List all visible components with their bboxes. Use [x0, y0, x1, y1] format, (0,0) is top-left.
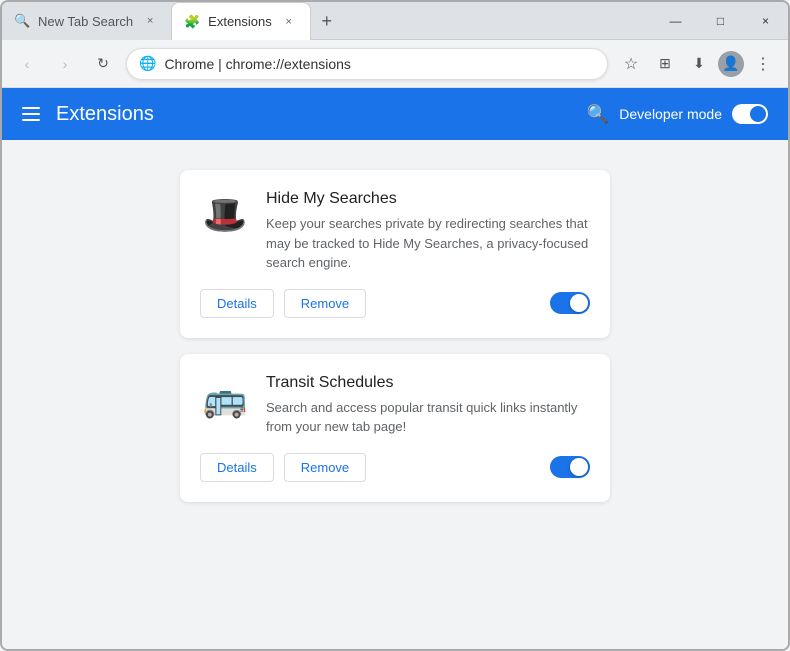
tab-search-icon: 🔍 — [14, 13, 30, 29]
ext-hide-my-searches-info: Hide My Searches Keep your searches priv… — [266, 190, 590, 273]
ext-hide-my-searches-toggle-knob — [570, 294, 588, 312]
tab-extensions-icon: 🧩 — [184, 14, 200, 30]
ext-card-top-2: 🚌 Transit Schedules Search and access po… — [200, 374, 590, 437]
address-bar: ‹ › ↻ 🌐 Chrome | chrome://extensions ☆ ⊞… — [2, 40, 788, 88]
window-controls: — □ × — [653, 2, 788, 39]
ext-hide-my-searches-icon: 🎩 — [200, 190, 250, 240]
ext-transit-schedules-toggle-knob — [570, 458, 588, 476]
avatar[interactable]: 👤 — [718, 51, 744, 77]
toolbar-icons: ☆ ⊞ ⬇ 👤 ⋮ — [616, 49, 778, 79]
toggle-knob — [750, 106, 766, 122]
minimize-button[interactable]: — — [653, 2, 698, 40]
browser-window: 🔍 New Tab Search × 🧩 Extensions × + — □ … — [0, 0, 790, 651]
header-search-icon[interactable]: 🔍 — [587, 104, 609, 125]
forward-button[interactable]: › — [50, 49, 80, 79]
hamburger-line-3 — [22, 119, 40, 121]
extension-card-transit-schedules: 🚌 Transit Schedules Search and access po… — [180, 354, 610, 502]
chrome-icon: 🌐 — [139, 55, 156, 72]
ext-transit-schedules-name: Transit Schedules — [266, 374, 590, 392]
ext-hide-my-searches-remove-button[interactable]: Remove — [284, 289, 366, 318]
tab-extensions-close[interactable]: × — [280, 13, 298, 31]
close-button[interactable]: × — [743, 2, 788, 40]
hamburger-line-1 — [22, 107, 40, 109]
address-url: Chrome | chrome://extensions — [164, 56, 595, 72]
address-input[interactable]: 🌐 Chrome | chrome://extensions — [126, 48, 608, 80]
main-content: rist.com 🎩 Hide My Searches Keep your se… — [2, 140, 788, 649]
back-button[interactable]: ‹ — [12, 49, 42, 79]
bookmark-button[interactable]: ☆ — [616, 49, 646, 79]
ext-hide-my-searches-toggle[interactable] — [550, 292, 590, 314]
ext-hide-my-searches-details-button[interactable]: Details — [200, 289, 274, 318]
tab-new-tab-search-label: New Tab Search — [38, 14, 133, 29]
ext-transit-schedules-info: Transit Schedules Search and access popu… — [266, 374, 590, 437]
tab-extensions-label: Extensions — [208, 14, 272, 29]
tab-extensions[interactable]: 🧩 Extensions × — [171, 2, 311, 40]
title-bar: 🔍 New Tab Search × 🧩 Extensions × + — □ … — [2, 2, 788, 40]
ext-transit-schedules-desc: Search and access popular transit quick … — [266, 398, 590, 437]
ext-card-bottom-1: Details Remove — [200, 289, 590, 318]
ext-transit-schedules-toggle[interactable] — [550, 456, 590, 478]
tab-new-tab-search-close[interactable]: × — [141, 12, 159, 30]
hamburger-menu[interactable] — [22, 107, 40, 121]
page-title: Extensions — [56, 103, 154, 126]
extensions-toolbar-button[interactable]: ⊞ — [650, 49, 680, 79]
extensions-header: Extensions 🔍 Developer mode — [2, 88, 788, 140]
ext-hide-my-searches-name: Hide My Searches — [266, 190, 590, 208]
ext-hide-my-searches-desc: Keep your searches private by redirectin… — [266, 214, 590, 273]
ext-card-bottom-2: Details Remove — [200, 453, 590, 482]
download-button[interactable]: ⬇ — [684, 49, 714, 79]
refresh-button[interactable]: ↻ — [88, 49, 118, 79]
hamburger-line-2 — [22, 113, 40, 115]
developer-mode-label: Developer mode — [619, 106, 722, 122]
ext-card-top-1: 🎩 Hide My Searches Keep your searches pr… — [200, 190, 590, 273]
ext-transit-schedules-icon: 🚌 — [200, 374, 250, 424]
new-tab-button[interactable]: + — [311, 2, 343, 40]
menu-button[interactable]: ⋮ — [748, 49, 778, 79]
ext-transit-schedules-details-button[interactable]: Details — [200, 453, 274, 482]
ext-transit-schedules-remove-button[interactable]: Remove — [284, 453, 366, 482]
extension-card-hide-my-searches: 🎩 Hide My Searches Keep your searches pr… — [180, 170, 610, 338]
tab-new-tab-search[interactable]: 🔍 New Tab Search × — [2, 2, 171, 40]
developer-mode-toggle[interactable] — [732, 104, 768, 124]
maximize-button[interactable]: □ — [698, 2, 743, 40]
header-right: 🔍 Developer mode — [587, 104, 768, 125]
